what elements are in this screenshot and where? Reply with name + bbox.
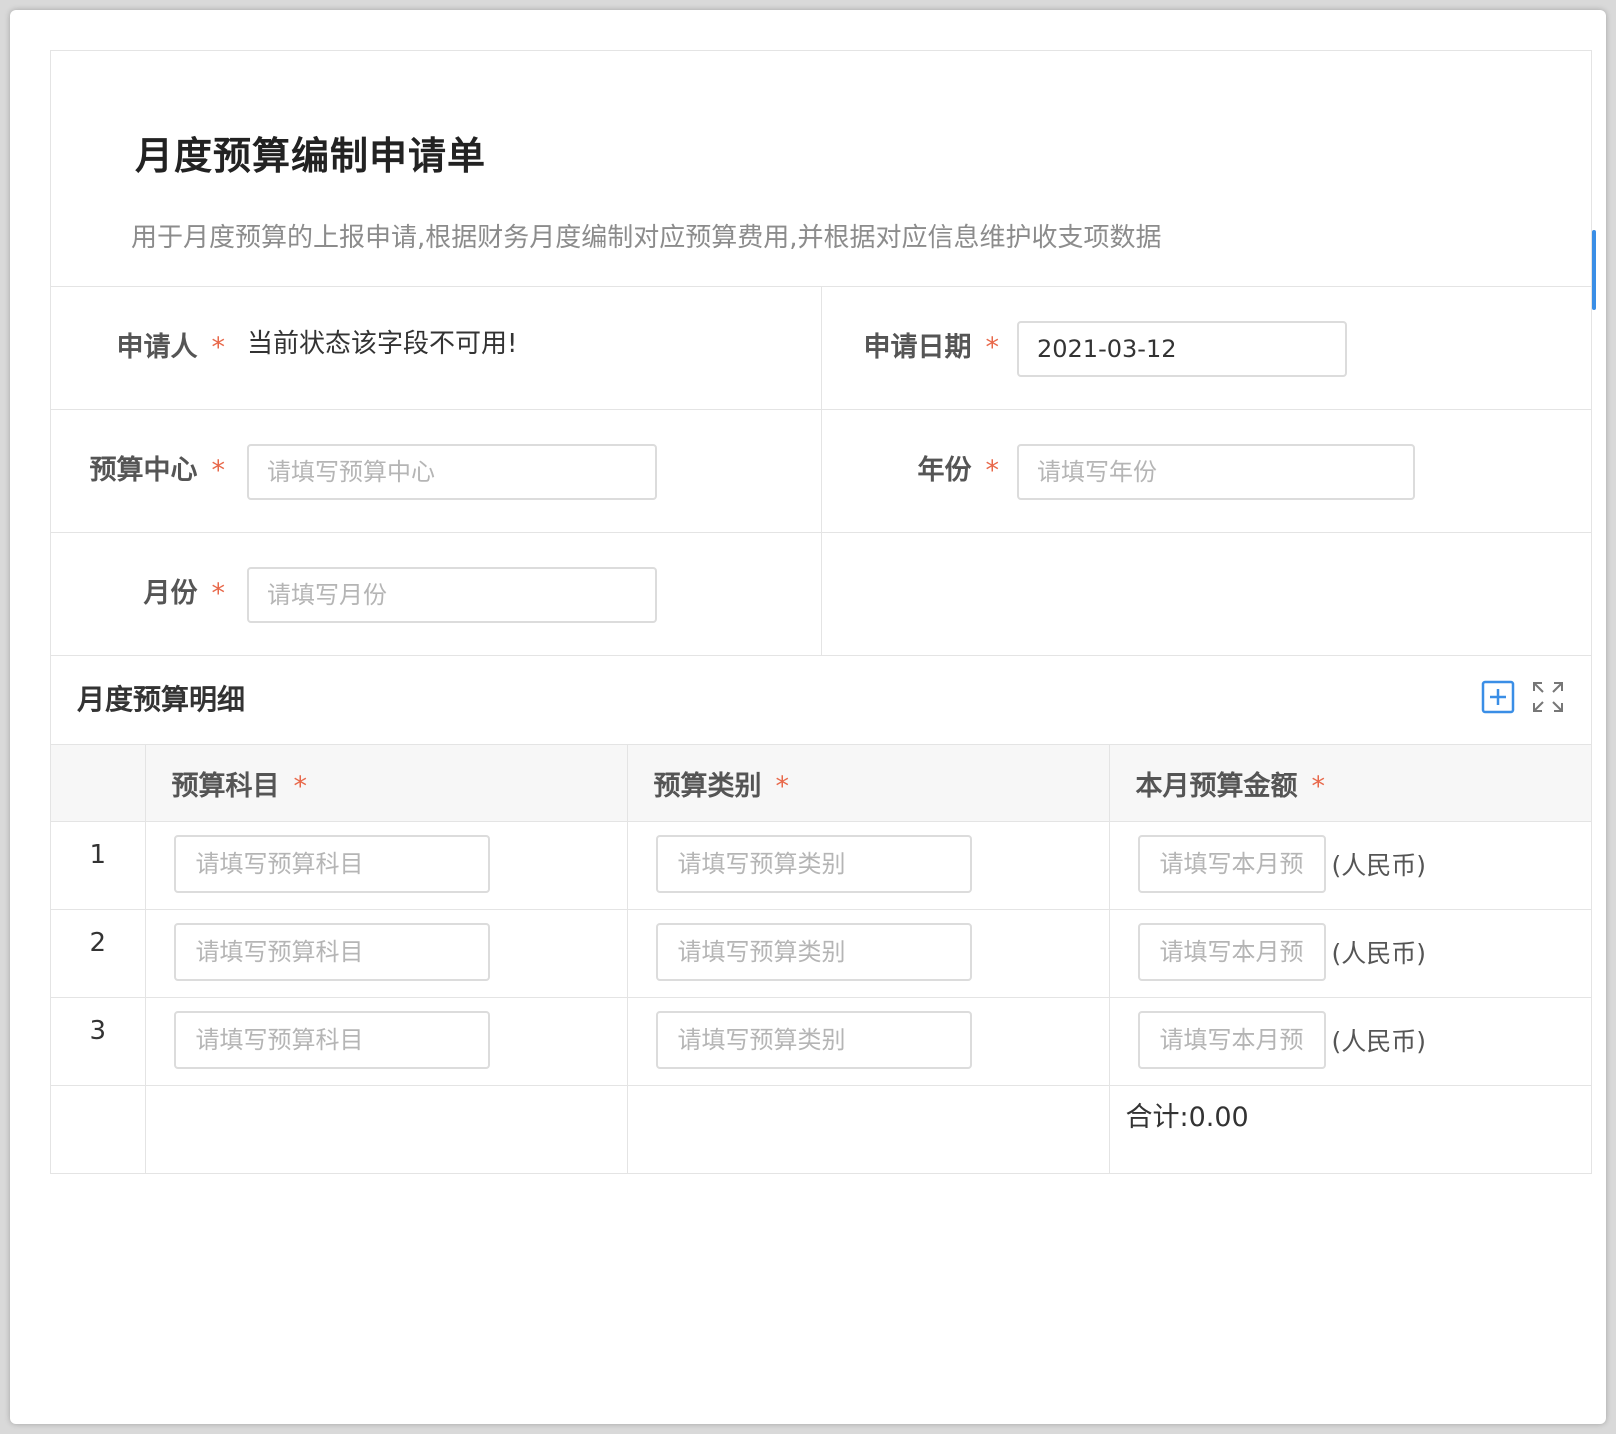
add-square-icon[interactable] (1481, 680, 1515, 714)
detail-header: 月度预算明细 (51, 656, 1591, 745)
total-row: 合计:0.00 (51, 1085, 1591, 1174)
table-row: 1 (人民币) (51, 821, 1591, 910)
required-mark: * (775, 770, 790, 802)
total-cell: 合计:0.00 (1109, 1086, 1591, 1174)
form-row: 预算中心* 年份* (51, 410, 1591, 533)
category-cell (627, 821, 1110, 910)
category-input[interactable] (655, 923, 972, 981)
form-row: 申请人 * 当前状态该字段不可用! 申请日期 * (51, 287, 1591, 410)
column-header-subject: 预算科目 * (145, 745, 628, 822)
form-description: 用于月度预算的上报申请,根据财务月度编制对应预算费用,并根据对应信息维护收支项数… (131, 223, 1162, 253)
currency-unit: (人民币) (1331, 939, 1427, 968)
required-mark: * (985, 332, 1000, 363)
budget-center-label: 预算中心 * (89, 455, 226, 486)
applicant-cell: 申请人 * 当前状态该字段不可用! (51, 287, 822, 409)
year-cell: 年份 * (822, 410, 1591, 532)
year-input[interactable] (1017, 444, 1415, 500)
budget-center-cell: 预算中心 * (51, 410, 822, 532)
amount-input[interactable] (1137, 923, 1326, 981)
subject-cell (145, 821, 628, 910)
amount-input[interactable] (1137, 835, 1326, 893)
form-title: 月度预算编制申请单 (135, 134, 487, 178)
applicant-value: 当前状态该字段不可用! (247, 329, 518, 359)
detail-title: 月度预算明细 (77, 683, 246, 716)
category-cell (627, 909, 1110, 998)
apply-date-input[interactable] (1017, 321, 1347, 377)
apply-date-cell: 申请日期 * (822, 287, 1591, 409)
required-mark: * (1311, 770, 1326, 802)
index-column-header (51, 745, 146, 822)
table-row: 3 (人民币) (51, 997, 1591, 1086)
subject-input[interactable] (173, 923, 490, 981)
required-mark: * (293, 770, 308, 802)
row-index: 1 (51, 821, 146, 910)
category-cell (627, 997, 1110, 1086)
subject-input[interactable] (173, 835, 490, 893)
total-amount: 合计:0.00 (1125, 1102, 1249, 1133)
subject-input[interactable] (173, 1011, 490, 1069)
month-cell: 月份 * (51, 533, 822, 655)
year-label: 年份 * (917, 455, 1000, 486)
month-label: 月份 * (143, 578, 226, 609)
budget-center-input[interactable] (247, 444, 657, 500)
category-input[interactable] (655, 1011, 972, 1069)
currency-unit: (人民币) (1331, 1027, 1427, 1056)
form-row: 月份 * (51, 533, 1591, 656)
column-header-amount: 本月预算金额 * (1109, 745, 1591, 822)
table-header-row: 预算科目 * 预算类别 * 本月预算金额 * (51, 745, 1591, 822)
row-index: 3 (51, 997, 146, 1086)
scrollbar-thumb[interactable] (1592, 230, 1596, 310)
required-mark: * (211, 332, 226, 363)
required-mark: * (211, 455, 226, 486)
category-input[interactable] (655, 835, 972, 893)
fullscreen-expand-icon[interactable] (1531, 680, 1565, 714)
budget-form: 月度预算编制申请单 用于月度预算的上报申请,根据财务月度编制对应预算费用,并根据… (50, 50, 1592, 1174)
apply-date-label: 申请日期 * (863, 332, 1000, 363)
detail-table: 预算科目* 预算类别* 本月预算金额* 1 (人民币) 2 (人民币) (51, 745, 1591, 1173)
amount-input[interactable] (1137, 1011, 1326, 1069)
row-index: 2 (51, 909, 146, 998)
amount-cell: (人民币) (1109, 821, 1591, 910)
subject-cell (145, 909, 628, 998)
empty-cell (145, 1085, 628, 1173)
currency-unit: (人民币) (1331, 851, 1427, 880)
empty-cell (627, 1085, 1110, 1173)
form-window: 月度预算编制申请单 用于月度预算的上报申请,根据财务月度编制对应预算费用,并根据… (10, 10, 1606, 1424)
required-mark: * (211, 578, 226, 609)
amount-cell: (人民币) (1109, 909, 1591, 998)
required-mark: * (985, 455, 1000, 486)
month-input[interactable] (247, 567, 657, 623)
subject-cell (145, 997, 628, 1086)
amount-cell: (人民币) (1109, 997, 1591, 1086)
empty-cell (51, 1085, 146, 1173)
applicant-label: 申请人 * (116, 332, 226, 363)
column-header-category: 预算类别 * (627, 745, 1110, 822)
form-header: 月度预算编制申请单 用于月度预算的上报申请,根据财务月度编制对应预算费用,并根据… (51, 51, 1591, 287)
empty-cell (822, 533, 1591, 655)
table-row: 2 (人民币) (51, 909, 1591, 998)
